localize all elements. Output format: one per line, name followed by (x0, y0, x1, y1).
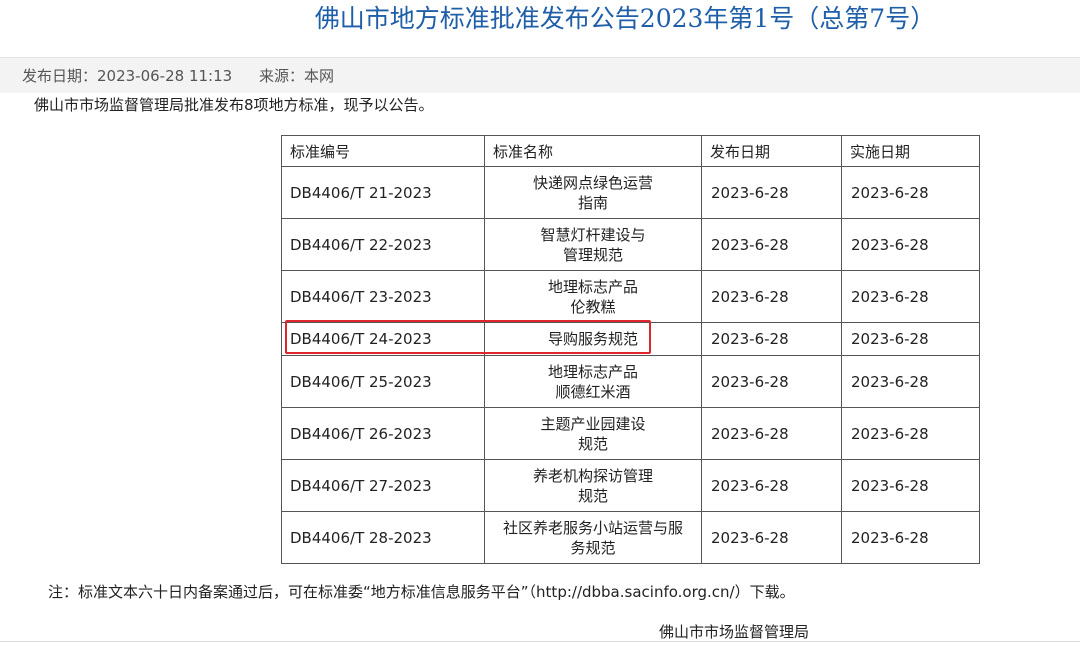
standard-name-line: 养老机构探访管理 (532, 466, 653, 485)
publish-date-cell: 2023-6-28 (701, 166, 842, 219)
standard-name: 智慧灯杆建设与 管理规范 (484, 218, 702, 271)
table-row-highlighted: DB4406/T 24-2023 导购服务规范 2023-6-28 2023-6… (281, 322, 980, 356)
standard-name-line: 智慧灯杆建设与 (540, 225, 646, 244)
standard-name: 快递网点绿色运营 指南 (484, 166, 702, 219)
publish-date-cell: 2023-6-28 (701, 459, 842, 512)
effective-date-cell: 2023-6-28 (841, 459, 980, 512)
standard-name-line: 导购服务规范 (547, 330, 638, 348)
effective-date-cell: 2023-6-28 (841, 270, 980, 323)
effective-date-cell: 2023-6-28 (841, 166, 980, 219)
article-meta-bar: 发布日期：2023-06-28 11:13 来源：本网 (0, 57, 1080, 93)
download-note: 注：标准文本六十日内备案通过后，可在标准委“地方标准信息服务平台”（http:/… (48, 583, 795, 601)
effective-date-cell: 2023-6-28 (841, 218, 980, 271)
publish-date-cell: 2023-6-28 (701, 218, 842, 271)
standard-name-line: 管理规范 (562, 245, 623, 264)
effective-date-cell: 2023-6-28 (841, 322, 980, 356)
standard-name: 养老机构探访管理 规范 (484, 459, 702, 512)
standard-name-line: 主题产业园建设 (540, 414, 646, 433)
standards-table: 标准编号 标准名称 发布日期 实施日期 DB4406/T 21-2023 快递网… (281, 135, 980, 564)
standard-name-line: 务规范 (570, 538, 616, 557)
effective-date-cell: 2023-6-28 (841, 355, 980, 408)
standard-name: 主题产业园建设 规范 (484, 407, 702, 460)
header-standard-code: 标准编号 (281, 135, 485, 167)
standard-code: DB4406/T 24-2023 (281, 322, 485, 356)
publish-date-cell: 2023-6-28 (701, 407, 842, 460)
header-publish-date: 发布日期 (701, 135, 842, 167)
intro-paragraph: 佛山市市场监督管理局批准发布8项地方标准，现予以公告。 (34, 96, 434, 114)
standard-name: 导购服务规范 (484, 322, 702, 356)
effective-date-cell: 2023-6-28 (841, 407, 980, 460)
standard-code: DB4406/T 27-2023 (281, 459, 485, 512)
table-row: DB4406/T 22-2023 智慧灯杆建设与 管理规范 2023-6-28 2… (281, 218, 980, 271)
standard-code: DB4406/T 22-2023 (281, 218, 485, 271)
standard-name-line: 社区养老服务小站运营与服 (502, 518, 683, 537)
header-standard-name: 标准名称 (484, 135, 702, 167)
standard-code: DB4406/T 28-2023 (281, 511, 485, 564)
header-effective-date: 实施日期 (841, 135, 980, 167)
standard-code: DB4406/T 25-2023 (281, 355, 485, 408)
source-label: 来源：本网 (258, 67, 334, 85)
standard-name-line: 地理标志产品 (547, 362, 638, 381)
standard-code: DB4406/T 23-2023 (281, 270, 485, 323)
publish-date: 发布日期：2023-06-28 11:13 (22, 67, 233, 85)
table-row: DB4406/T 21-2023 快递网点绿色运营 指南 2023-6-28 20… (281, 166, 980, 219)
standard-name-line: 规范 (577, 486, 608, 505)
publish-date-cell: 2023-6-28 (701, 355, 842, 408)
standard-name-line: 伦教糕 (570, 297, 616, 316)
standard-name-line: 快递网点绿色运营 (532, 173, 653, 192)
standard-name-line: 指南 (577, 193, 608, 212)
standard-name-line: 规范 (577, 434, 608, 453)
standard-code: DB4406/T 21-2023 (281, 166, 485, 219)
effective-date-cell: 2023-6-28 (841, 511, 980, 564)
standard-name: 社区养老服务小站运营与服 务规范 (484, 511, 702, 564)
standard-code: DB4406/T 26-2023 (281, 407, 485, 460)
standard-name: 地理标志产品 顺德红米酒 (484, 355, 702, 408)
standard-name: 地理标志产品 伦教糕 (484, 270, 702, 323)
bottom-divider (0, 641, 1080, 642)
table-row: DB4406/T 28-2023 社区养老服务小站运营与服 务规范 2023-6-… (281, 511, 980, 564)
table-row: DB4406/T 23-2023 地理标志产品 伦教糕 2023-6-28 202… (281, 270, 980, 323)
table-row: DB4406/T 27-2023 养老机构探访管理 规范 2023-6-28 20… (281, 459, 980, 512)
standard-name-line: 顺德红米酒 (555, 382, 631, 401)
page-title: 佛山市地方标准批准发布公告2023年第1号（总第7号） (314, 4, 936, 33)
table-header-row: 标准编号 标准名称 发布日期 实施日期 (281, 135, 980, 167)
publish-date-cell: 2023-6-28 (701, 322, 842, 356)
publish-date-cell: 2023-6-28 (701, 511, 842, 564)
publish-date-cell: 2023-6-28 (701, 270, 842, 323)
table-row: DB4406/T 26-2023 主题产业园建设 规范 2023-6-28 202… (281, 407, 980, 460)
standard-name-line: 地理标志产品 (547, 277, 638, 296)
table-row: DB4406/T 25-2023 地理标志产品 顺德红米酒 2023-6-28 2… (281, 355, 980, 408)
